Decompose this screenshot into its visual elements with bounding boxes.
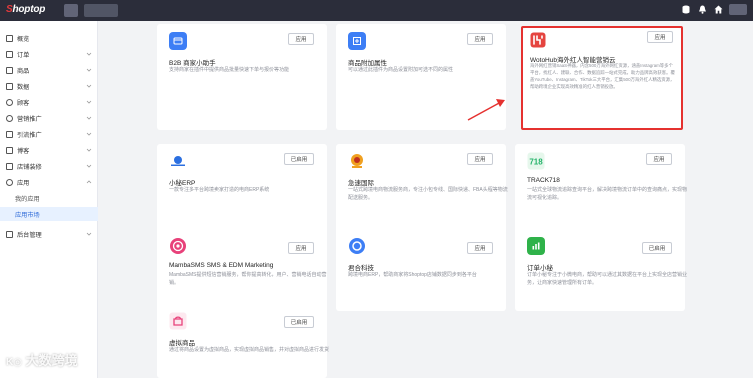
apply-button[interactable]: 应用: [646, 153, 672, 165]
junhe-icon: [348, 237, 366, 255]
sidebar-subitem-my-apps[interactable]: 我的应用: [0, 191, 98, 205]
app-description: 一站式全球物流追踪查询平台，解决跨境物流订单中的查询痛点，实现物流可视化追踪。: [527, 187, 688, 201]
enabled-button[interactable]: 已启用: [642, 242, 672, 254]
chevron-down-icon: [86, 100, 92, 104]
app-card-track718[interactable]: 718 TRACK718 一站式全球物流追踪查询平台，解决跨境物流订单中的查询痛…: [515, 144, 688, 237]
orders-icon: [6, 50, 13, 58]
store-selector-blurred[interactable]: [84, 4, 118, 17]
app-card-xiaomi-erp[interactable]: 小秘ERP 一款专注多平台跨境卖家打造的电商ERP系统 已启用: [157, 144, 327, 237]
watermark-logo-icon: K◎: [6, 357, 22, 368]
sidebar-item-apps[interactable]: 应用: [0, 175, 98, 189]
chevron-up-icon: [86, 180, 92, 184]
app-description: 通过将商品设置为虚拟商品，实现虚拟商品销售，并对虚拟商品进行发货: [169, 347, 330, 353]
marketing-icon: [6, 114, 13, 122]
sidebar-item-admin[interactable]: 后台管理: [0, 227, 98, 241]
sidebar-item-blog[interactable]: 博客: [0, 143, 98, 157]
traffic-icon: [6, 130, 13, 138]
notification-bell-icon[interactable]: [697, 5, 707, 15]
enabled-button[interactable]: 已启用: [284, 316, 314, 328]
app-description: 支持商家在插件中提供商品批量快速下单与报价等功能: [169, 67, 290, 73]
app-description: 一站式跨境电商物流服务商，专注小包专线、国际快递、FBA头程等物流配送服务。: [348, 187, 508, 201]
app-card-mambasms[interactable]: MambaSMS SMS & EDM Marketing MambaSMS提供短…: [157, 229, 327, 311]
app-card-speed-intl[interactable]: 急速国际 一站式跨境电商物流服务商，专注小包专线、国际快递、FBA头程等物流配送…: [336, 144, 508, 237]
apply-button[interactable]: 应用: [467, 33, 493, 45]
annotation-arrow: [467, 99, 505, 121]
app-title: MambaSMS SMS & EDM Marketing: [169, 262, 274, 269]
app-market-content: B2B 商家小助手 支持商家在插件中提供商品批量快速下单与报价等功能 应用 商品…: [98, 21, 753, 378]
blog-icon: [6, 146, 13, 154]
sidebar-item-data[interactable]: 数据: [0, 79, 98, 93]
sidebar: 概览 订单 商品 数据 顾客 营销推广 引流推广 博客 店铺装修 应用 我的应用…: [0, 21, 98, 378]
apps-gear-icon: [6, 178, 13, 186]
app-card-b2b[interactable]: B2B 商家小助手 支持商家在插件中提供商品批量快速下单与报价等功能 应用: [157, 24, 327, 130]
watermark: K◎ 大数跨境: [6, 353, 78, 368]
mambasms-icon: [169, 237, 187, 255]
app-description: 可以通过此插件为商品设置附加可选不同的属性: [348, 67, 454, 73]
app-card-virtual-goods[interactable]: 虚拟商品 通过将商品设置为虚拟商品，实现虚拟商品销售，并对虚拟商品进行发货 已启…: [157, 304, 330, 378]
highlight-box: [521, 26, 683, 130]
app-card-order-helper[interactable]: 订单小秘 订单小秘专注于小微电商，帮助可以通过其数据在平台上实现全店营销业务，让…: [515, 229, 688, 311]
b2b-icon: [169, 32, 187, 50]
chevron-down-icon: [86, 132, 92, 136]
admin-icon: [6, 230, 13, 238]
apply-button[interactable]: 应用: [467, 153, 493, 165]
store-design-icon: [6, 162, 13, 170]
top-bar: Shoptop: [0, 0, 753, 21]
app-title: TRACK718: [527, 177, 560, 184]
sidebar-item-traffic[interactable]: 引流推广: [0, 127, 98, 141]
sidebar-item-customers[interactable]: 顾客: [0, 95, 98, 109]
sidebar-item-store-design[interactable]: 店铺装修: [0, 159, 98, 173]
app-description: 一款专注多平台跨境卖家打造的电商ERP系统: [169, 187, 270, 193]
chevron-down-icon: [86, 232, 92, 236]
products-icon: [6, 66, 13, 74]
store-name-blurred[interactable]: [64, 4, 78, 17]
app-description: 订单小秘专注于小微电商，帮助可以通过其数据在平台上实现全店营销业务，让商家快速管…: [527, 272, 688, 286]
user-avatar-blurred[interactable]: [729, 4, 747, 15]
chevron-down-icon: [86, 68, 92, 72]
track718-icon: 718: [527, 152, 545, 170]
app-description: 跨境电商ERP，帮助商家将Shoptop店铺数据同步到各平台: [348, 272, 477, 278]
chevron-down-icon: [86, 116, 92, 120]
erp-icon: [169, 152, 187, 170]
order-helper-icon: [527, 237, 545, 255]
apply-button[interactable]: 应用: [467, 242, 493, 254]
chevron-down-icon: [86, 148, 92, 152]
app-card-junhe[interactable]: 君合科技 跨境电商ERP，帮助商家将Shoptop店铺数据同步到各平台 应用: [336, 229, 506, 311]
sidebar-item-orders[interactable]: 订单: [0, 47, 98, 61]
home-icon[interactable]: [713, 5, 723, 15]
data-icon: [6, 82, 13, 90]
apply-button[interactable]: 应用: [288, 242, 314, 254]
shipping-icon: [348, 152, 366, 170]
svg-text:718: 718: [529, 158, 543, 167]
chevron-down-icon: [86, 52, 92, 56]
chevron-down-icon: [86, 84, 92, 88]
apply-button[interactable]: 应用: [288, 33, 314, 45]
sidebar-subitem-app-market[interactable]: 应用市场: [0, 207, 98, 221]
enabled-button[interactable]: 已启用: [284, 153, 314, 165]
attribute-icon: [348, 32, 366, 50]
virtual-goods-icon: [169, 312, 187, 330]
sidebar-item-marketing[interactable]: 营销推广: [0, 111, 98, 125]
app-description: MambaSMS提供短信营销服务，帮你提高转化，用户、营销电话自动营销。: [169, 272, 327, 286]
chevron-down-icon: [86, 164, 92, 168]
app-logo[interactable]: Shoptop: [6, 4, 45, 15]
database-icon[interactable]: [681, 5, 691, 15]
customers-icon: [6, 98, 13, 106]
overview-icon: [6, 34, 13, 42]
sidebar-item-products[interactable]: 商品: [0, 63, 98, 77]
sidebar-item-overview[interactable]: 概览: [0, 31, 98, 45]
